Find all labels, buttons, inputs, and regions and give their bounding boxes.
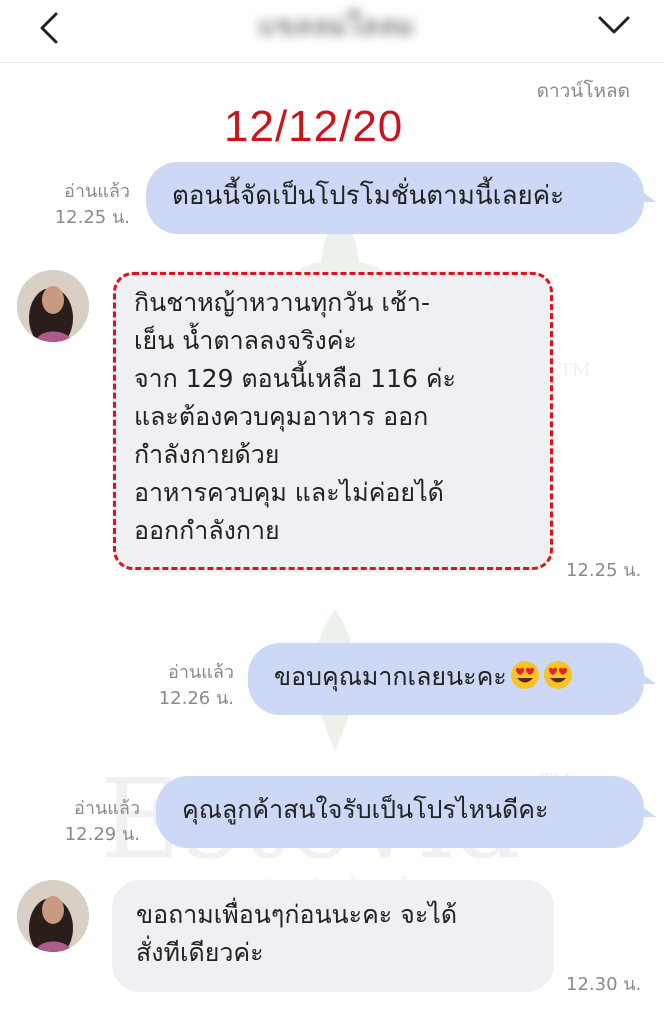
heart-eyes-emoji-icon xyxy=(510,661,539,689)
message-time: 12.25 น. xyxy=(566,560,642,581)
message-time: 12.25 น. xyxy=(54,207,130,228)
message-meta: อ่านแล้ว 12.29 น. xyxy=(40,796,140,848)
message-text: ขอบคุณมากเลยนะคะ xyxy=(274,662,507,691)
message-meta: อ่านแล้ว 12.25 น. xyxy=(30,179,130,231)
chat-header: แขลลม่ใลลม xyxy=(0,0,664,63)
message-time: 12.26 น. xyxy=(158,688,234,709)
chat-screen: Estevia TM www.estevia-herb.com Estevia … xyxy=(0,0,664,1024)
chat-menu-button[interactable] xyxy=(592,6,636,46)
message-bubble-outgoing[interactable]: คุณลูกค้าสนใจรับเป็นโปรไหนดีคะ xyxy=(156,776,644,848)
chevron-down-icon xyxy=(598,16,630,34)
read-receipt: อ่านแล้ว xyxy=(168,662,234,683)
watermark-tm: TM xyxy=(560,360,591,381)
avatar-photo-icon xyxy=(17,880,89,952)
message-text: คุณลูกค้าสนใจรับเป็นโปรไหนดีคะ xyxy=(182,795,549,824)
message-bubble-incoming[interactable]: ขอถามเพื่อนๆก่อนนะคะ จะได้ สั่งทีเดียวค่… xyxy=(112,880,554,992)
bubble-tail xyxy=(640,190,656,202)
message-text: ตอนนี้จัดเป็นโปรโมชั่นตามนี้เลยค่ะ xyxy=(172,181,565,211)
highlight-dashed-frame xyxy=(113,272,553,570)
message-time: 12.30 น. xyxy=(566,974,642,995)
avatar-photo-icon xyxy=(17,270,89,342)
message-bubble-outgoing[interactable]: ตอนนี้จัดเป็นโปรโมชั่นตามนี้เลยค่ะ xyxy=(146,162,644,234)
date-stamp: 12/12/20 xyxy=(224,102,404,151)
chevron-left-icon xyxy=(40,12,58,44)
message-meta: อ่านแล้ว 12.26 น. xyxy=(130,660,234,712)
message-line: สั่งทีเดียวค่ะ xyxy=(136,938,264,967)
read-receipt: อ่านแล้ว xyxy=(74,798,140,819)
avatar[interactable] xyxy=(17,270,89,342)
message-bubble-outgoing[interactable]: ขอบคุณมากเลยนะคะ xyxy=(248,643,644,715)
avatar[interactable] xyxy=(17,880,89,952)
back-button[interactable] xyxy=(30,8,70,48)
message-time: 12.29 น. xyxy=(64,824,140,845)
bubble-tail xyxy=(640,805,656,817)
read-receipt: อ่านแล้ว xyxy=(64,181,130,202)
chat-title: แขลลม่ใลลม xyxy=(257,9,415,42)
bubble-tail xyxy=(640,672,656,684)
heart-eyes-emoji-icon xyxy=(543,661,572,689)
message-line: ขอถามเพื่อนๆก่อนนะคะ จะได้ xyxy=(136,900,458,929)
download-link[interactable]: ดาวน์โหลด xyxy=(537,76,630,106)
